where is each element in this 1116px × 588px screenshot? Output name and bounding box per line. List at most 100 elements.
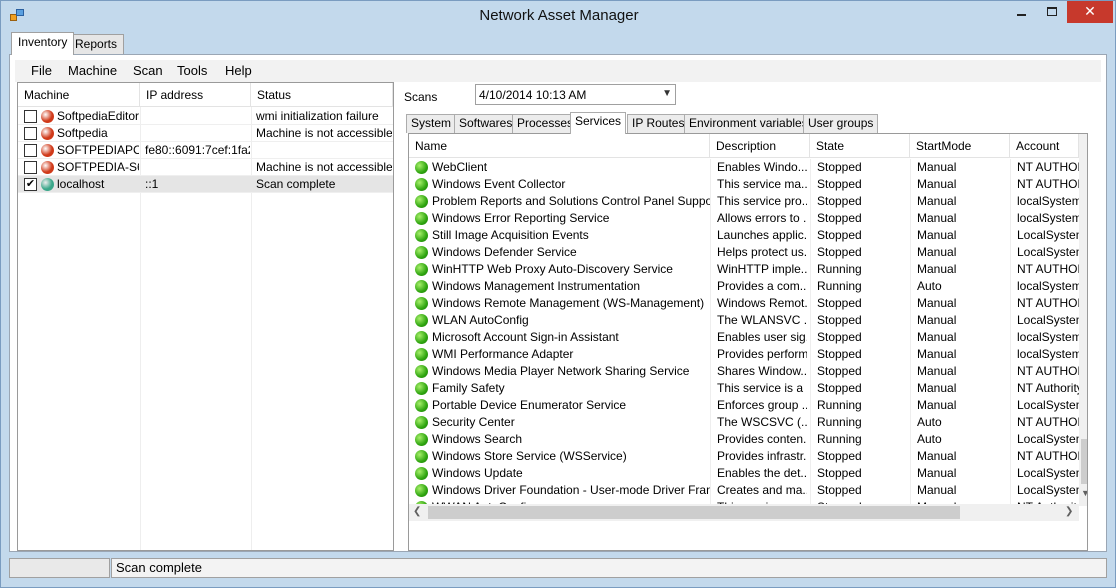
tab-reports[interactable]: Reports [68,34,125,54]
service-state: Stopped [817,228,862,242]
service-description: The WLANSVC ... [717,313,807,327]
service-account: localSystem [1017,330,1079,344]
service-row[interactable]: Still Image Acquisition Events Launches a… [409,227,1079,244]
menu-file[interactable]: File [31,63,52,78]
status-text: Scan complete [111,558,1107,578]
machine-row[interactable]: Softpedia Machine is not accessible [18,125,393,142]
service-row[interactable]: Microsoft Account Sign-in Assistant Enabl… [409,329,1079,346]
menu-help[interactable]: Help [225,63,252,78]
tab-processes[interactable]: Processes [512,114,579,133]
service-name: Windows Driver Foundation - User-mode Dr… [432,483,710,497]
tab-inventory[interactable]: Inventory [11,32,75,55]
service-state: Stopped [817,381,862,395]
tab-ip-routes[interactable]: IP Routes [627,114,690,133]
service-row[interactable]: WMI Performance Adapter Provides perform.… [409,346,1079,363]
horizontal-scrollbar[interactable]: ❮ ❯ [409,504,1079,521]
service-row[interactable]: Windows Driver Foundation - User-mode Dr… [409,482,1079,499]
scans-dropdown[interactable]: 4/10/2014 10:13 AM ▼ [475,84,676,105]
close-button[interactable]: ✕ [1067,1,1113,23]
column-header-ip-address[interactable]: IP address [140,83,251,107]
service-row[interactable]: Windows Search Provides conten... Running A… [409,431,1079,448]
vertical-scroll-thumb[interactable] [1081,439,1087,484]
scroll-down-icon[interactable]: ▼ [1081,488,1087,498]
tab-softwares[interactable]: Softwares [454,114,518,133]
minimize-button[interactable] [1007,1,1037,23]
machine-checkbox[interactable] [24,161,37,174]
service-row[interactable]: Problem Reports and Solutions Control Pa… [409,193,1079,210]
minimize-icon [1017,14,1026,16]
service-row[interactable]: Windows Event Collector This service ma..… [409,176,1079,193]
service-account: localSystem [1017,194,1079,208]
menu-machine[interactable]: Machine [68,63,117,78]
service-description: Allows errors to ... [717,211,807,225]
services-list[interactable]: Name Description State StartMode Account… [408,133,1088,551]
machine-row[interactable]: SoftpediaEditor wmi initialization failur… [18,108,393,125]
machine-status-icon [41,127,54,140]
column-header-name[interactable]: Name [409,134,710,158]
tab-services[interactable]: Services [570,112,627,134]
machine-checkbox[interactable] [24,110,37,123]
service-row[interactable]: Security Center The WSCSVC (... Running Aut… [409,414,1079,431]
service-row[interactable]: Windows Remote Management (WS-Management… [409,295,1079,312]
horizontal-scroll-thumb[interactable] [428,506,960,519]
service-row[interactable]: Windows Defender Service Helps protect us… [409,244,1079,261]
service-description: The WSCSVC (... [717,415,807,429]
machine-row[interactable]: SOFTPEDIA-S61 Machine is not accessible [18,159,393,176]
vertical-scrollbar[interactable]: ▼ [1079,134,1087,506]
machine-checkbox[interactable] [24,127,37,140]
service-status-icon [415,382,428,395]
service-name: Windows Defender Service [432,245,577,259]
service-state: Stopped [817,245,862,259]
machine-checkbox[interactable] [24,144,37,157]
service-name: Family Safety [432,381,505,395]
machine-row[interactable]: ✔ localhost::1 Scan complete [18,176,393,193]
column-header-description[interactable]: Description [710,134,810,158]
machine-checkbox[interactable]: ✔ [24,178,37,191]
chevron-down-icon[interactable]: ▼ [662,88,672,99]
service-startmode: Auto [917,279,942,293]
service-row[interactable]: Windows Media Player Network Sharing Ser… [409,363,1079,380]
scroll-right-icon[interactable]: ❯ [1065,506,1073,517]
service-row[interactable]: Windows Store Service (WSService) Provide… [409,448,1079,465]
service-row[interactable]: WinHTTP Web Proxy Auto-Discovery Service… [409,261,1079,278]
machine-ip [145,125,250,142]
machines-list[interactable]: Machine IP address Status SoftpediaEdito… [17,82,394,551]
scroll-left-icon[interactable]: ❮ [413,506,421,517]
service-state: Stopped [817,211,862,225]
service-row[interactable]: Family Safety This service is a ... Stoppe… [409,380,1079,397]
service-row[interactable]: Portable Device Enumerator Service Enforc… [409,397,1079,414]
maximize-button[interactable] [1037,1,1067,23]
service-row[interactable]: Windows Update Enables the det... Stopped M… [409,465,1079,482]
column-header-state[interactable]: State [810,134,910,158]
service-name: Windows Remote Management (WS-Management… [432,296,705,310]
service-startmode: Manual [917,313,957,327]
machine-status [256,142,392,159]
service-name: Windows Store Service (WSService) [432,449,627,463]
service-name: WinHTTP Web Proxy Auto-Discovery Service [432,262,673,276]
service-row[interactable]: Windows Management Instrumentation Provid… [409,278,1079,295]
column-header-machine[interactable]: Machine [18,83,140,107]
service-startmode: Manual [917,228,957,242]
service-account: NT AUTHOR [1017,449,1079,463]
details-tab-strip: System Softwares Processes Services IP R… [402,112,1104,134]
service-status-icon [415,246,428,259]
service-state: Running [817,398,862,412]
tab-environment-variables[interactable]: Environment variables [684,114,813,133]
menu-scan[interactable]: Scan [133,63,163,78]
column-header-startmode[interactable]: StartMode [910,134,1010,158]
service-status-icon [415,229,428,242]
column-header-status[interactable]: Status [251,83,393,107]
service-row[interactable]: WLAN AutoConfig The WLANSVC ... Stopped Man… [409,312,1079,329]
title-bar[interactable]: Network Asset Manager ✕ [1,1,1116,31]
service-startmode: Manual [917,483,957,497]
service-account: NT Authority\ [1017,381,1079,395]
service-row[interactable]: WebClient Enables Windo... Stopped Manual NT… [409,159,1079,176]
tab-system[interactable]: System [406,114,457,133]
tab-user-groups[interactable]: User groups [803,114,879,133]
service-status-icon [415,161,428,174]
machine-row[interactable]: SOFTPEDIAPC fe80::6091:7cef:1fa2 [18,142,393,159]
menu-tools[interactable]: Tools [177,63,207,78]
service-state: Running [817,279,862,293]
service-row[interactable]: Windows Error Reporting Service Allows er… [409,210,1079,227]
column-header-account[interactable]: Account [1010,134,1079,158]
